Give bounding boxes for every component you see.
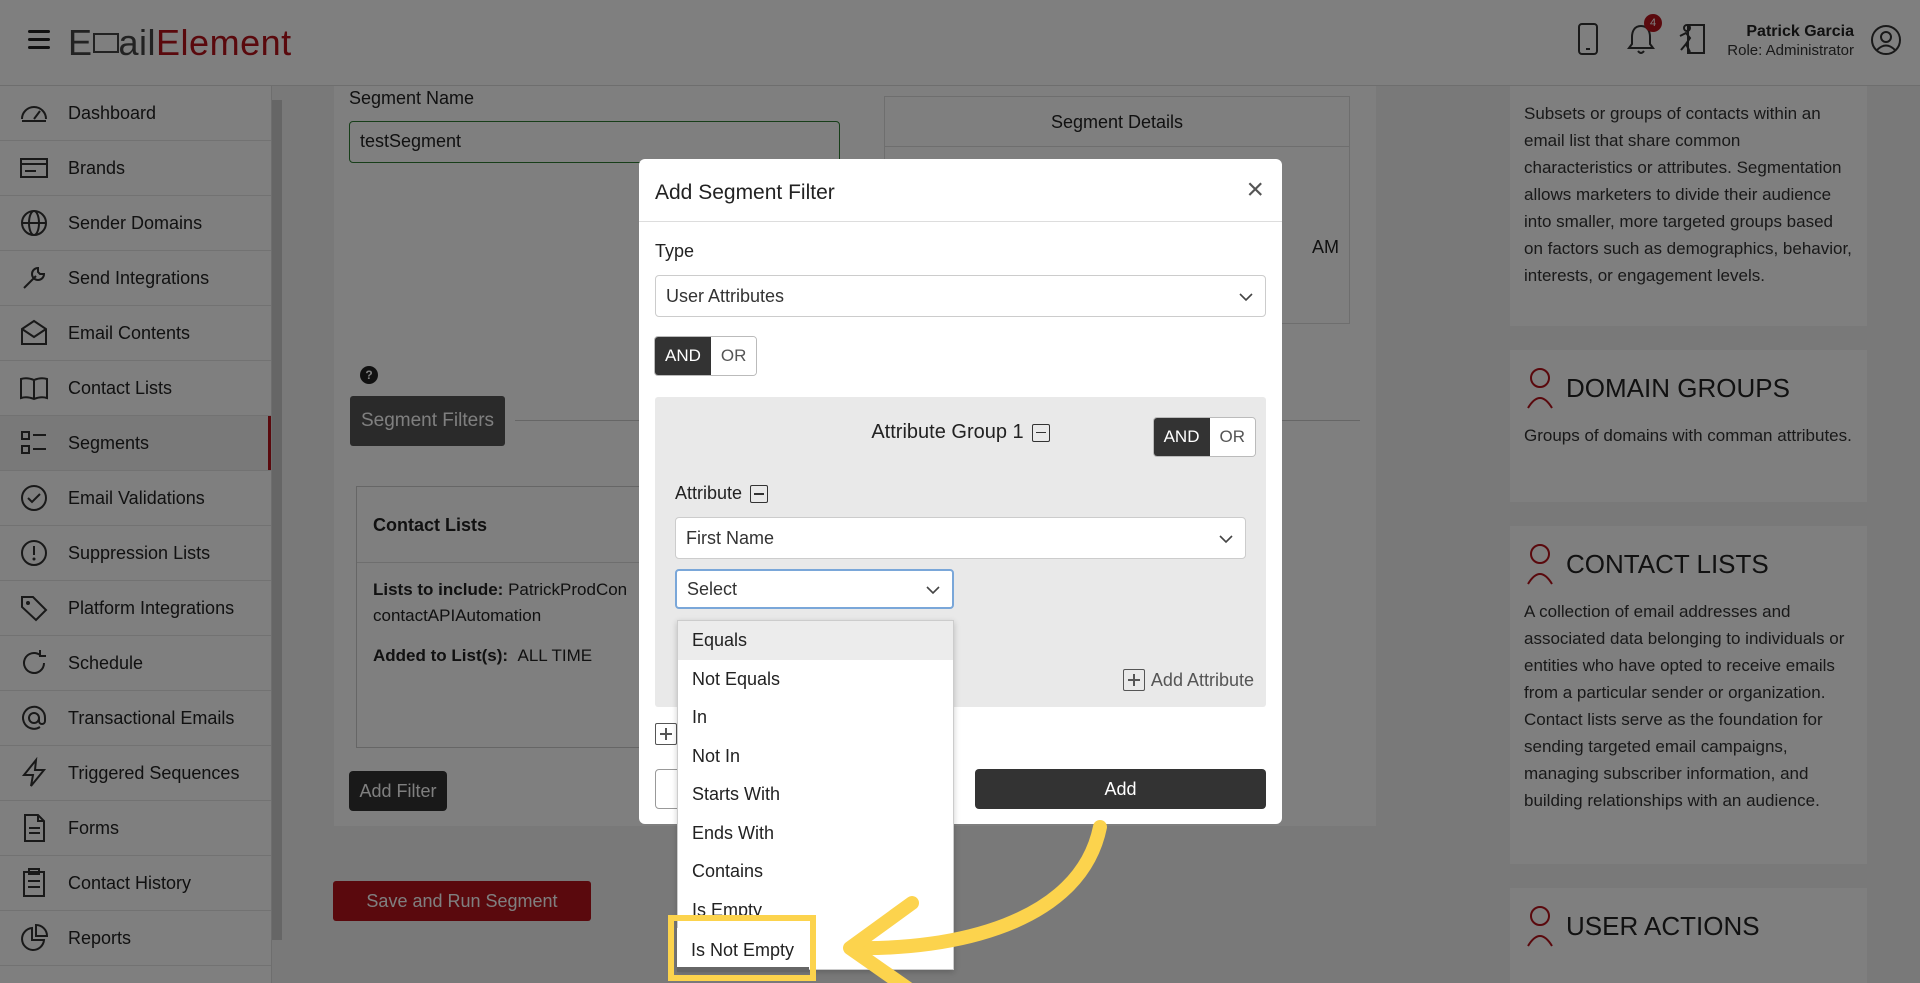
type-label: Type <box>655 241 695 261</box>
and-toggle[interactable]: AND <box>655 337 711 375</box>
add-group-icon[interactable] <box>655 723 677 745</box>
add-attribute-button[interactable]: Add Attribute <box>1122 669 1254 691</box>
group-and-toggle[interactable]: AND <box>1153 418 1210 456</box>
group-or-toggle[interactable]: OR <box>1209 418 1255 456</box>
dropdown-option-is-not-empty[interactable]: Is Not Empty <box>677 928 809 972</box>
type-select-value: User Attributes <box>666 286 785 306</box>
dropdown-option-starts-with[interactable]: Starts With <box>678 775 953 814</box>
add-attribute-label: Add Attribute <box>1150 669 1254 690</box>
dropdown-option-not-equals[interactable]: Not Equals <box>678 660 953 699</box>
chevron-down-icon <box>1239 293 1253 302</box>
remove-group-icon[interactable] <box>1031 423 1050 442</box>
chevron-down-icon <box>1219 535 1233 544</box>
type-select[interactable]: User Attributes <box>655 275 1266 317</box>
operator-select[interactable]: Select <box>675 569 954 609</box>
dropdown-option-equals[interactable]: Equals <box>678 621 953 660</box>
plus-icon <box>1122 669 1145 691</box>
attribute-row-label: Attribute <box>675 483 769 504</box>
remove-attribute-icon[interactable] <box>750 485 769 504</box>
modal-title: Add Segment Filter <box>655 181 835 204</box>
dropdown-option-in[interactable]: In <box>678 698 953 737</box>
attribute-select-value: First Name <box>686 528 775 548</box>
operator-select-placeholder: Select <box>687 579 738 599</box>
dropdown-option-not-in[interactable]: Not In <box>678 737 953 776</box>
modal-divider <box>639 221 1282 222</box>
chevron-down-icon <box>926 586 940 595</box>
logic-toggle: AND OR <box>654 336 758 376</box>
group-logic-toggle: AND OR <box>1152 417 1256 457</box>
close-icon[interactable]: × <box>1246 175 1264 205</box>
attribute-label: Attribute <box>675 483 743 503</box>
add-button[interactable]: Add <box>975 769 1266 809</box>
yellow-arrow-annotation <box>843 820 1107 983</box>
attribute-select[interactable]: First Name <box>675 517 1246 559</box>
attribute-group-title: Attribute Group 1 <box>871 421 1024 443</box>
or-toggle[interactable]: OR <box>710 337 757 375</box>
